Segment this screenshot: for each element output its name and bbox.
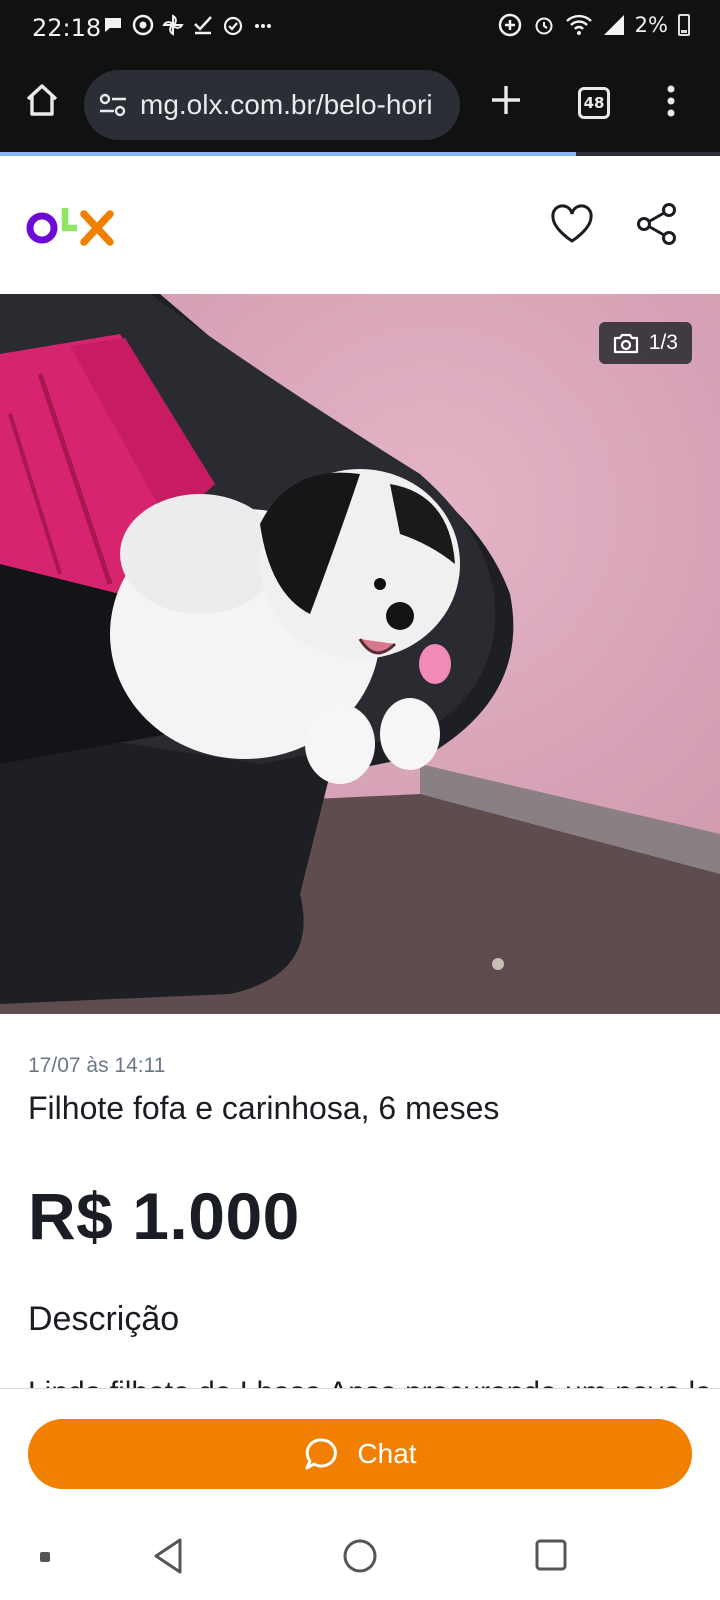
- description-preview-text: Linda filhote de Lhasa Apso procurando u…: [28, 1376, 708, 1388]
- browser-toolbar: mg.olx.com.br/belo-hori 48: [0, 58, 720, 152]
- nav-indicator-dot: [40, 1552, 50, 1562]
- description-preview: Linda filhote de Lhasa Apso procurando u…: [28, 1366, 708, 1388]
- more-menu-icon[interactable]: [666, 84, 676, 118]
- chat-button[interactable]: Chat: [28, 1419, 692, 1489]
- address-bar[interactable]: mg.olx.com.br/belo-hori: [84, 70, 460, 140]
- favorite-heart-icon[interactable]: [550, 204, 594, 244]
- back-icon[interactable]: [150, 1536, 186, 1576]
- message-icon: [105, 18, 121, 32]
- description-heading: Descrição: [28, 1300, 180, 1338]
- battery-level: 2%: [634, 13, 668, 37]
- site-settings-icon[interactable]: [98, 92, 128, 118]
- chat-bubble-icon: [305, 1438, 338, 1470]
- olx-logo[interactable]: [26, 198, 116, 248]
- system-nav-bar: [0, 1514, 720, 1600]
- tab-count: 48: [583, 94, 605, 112]
- notification-icons: [102, 14, 274, 36]
- listing-date: 17/07 às 14:11: [28, 1054, 166, 1077]
- listing-price: R$ 1.000: [28, 1179, 300, 1253]
- system-icons: 2%: [497, 12, 690, 38]
- photo-counter-badge: 1/3: [598, 322, 692, 364]
- site-header: [0, 156, 720, 294]
- more-icon: [255, 24, 271, 28]
- chrome-icon: [132, 14, 154, 36]
- status-bar: 22:18 2%: [0, 0, 720, 58]
- wifi-icon: [565, 14, 592, 35]
- url-text[interactable]: mg.olx.com.br/belo-hori: [140, 89, 446, 121]
- home-circle-icon[interactable]: [342, 1538, 378, 1574]
- listing-title: Filhote fofa e carinhosa, 6 meses: [28, 1090, 500, 1126]
- alarm-icon: [535, 17, 553, 35]
- alarm-icon: [223, 16, 243, 36]
- status-time: 22:18: [32, 14, 102, 42]
- data-saver-icon: [498, 13, 521, 37]
- chat-bar: Chat: [0, 1388, 720, 1515]
- check-icon: [194, 16, 212, 35]
- dog-photo-image: [0, 294, 720, 1014]
- share-icon[interactable]: [636, 202, 678, 246]
- recent-apps-icon[interactable]: [534, 1538, 568, 1572]
- new-tab-icon[interactable]: [488, 82, 524, 118]
- home-icon[interactable]: [22, 80, 62, 120]
- camera-icon: [613, 333, 638, 354]
- pinwheel-icon: [162, 14, 184, 36]
- photo-counter-text: 1/3: [648, 331, 678, 354]
- chat-button-label: Chat: [357, 1438, 417, 1469]
- signal-icon: [603, 15, 624, 35]
- battery-icon: [678, 14, 690, 36]
- tab-switcher-button[interactable]: 48: [578, 87, 610, 119]
- listing-photo[interactable]: 1/3: [0, 294, 720, 1014]
